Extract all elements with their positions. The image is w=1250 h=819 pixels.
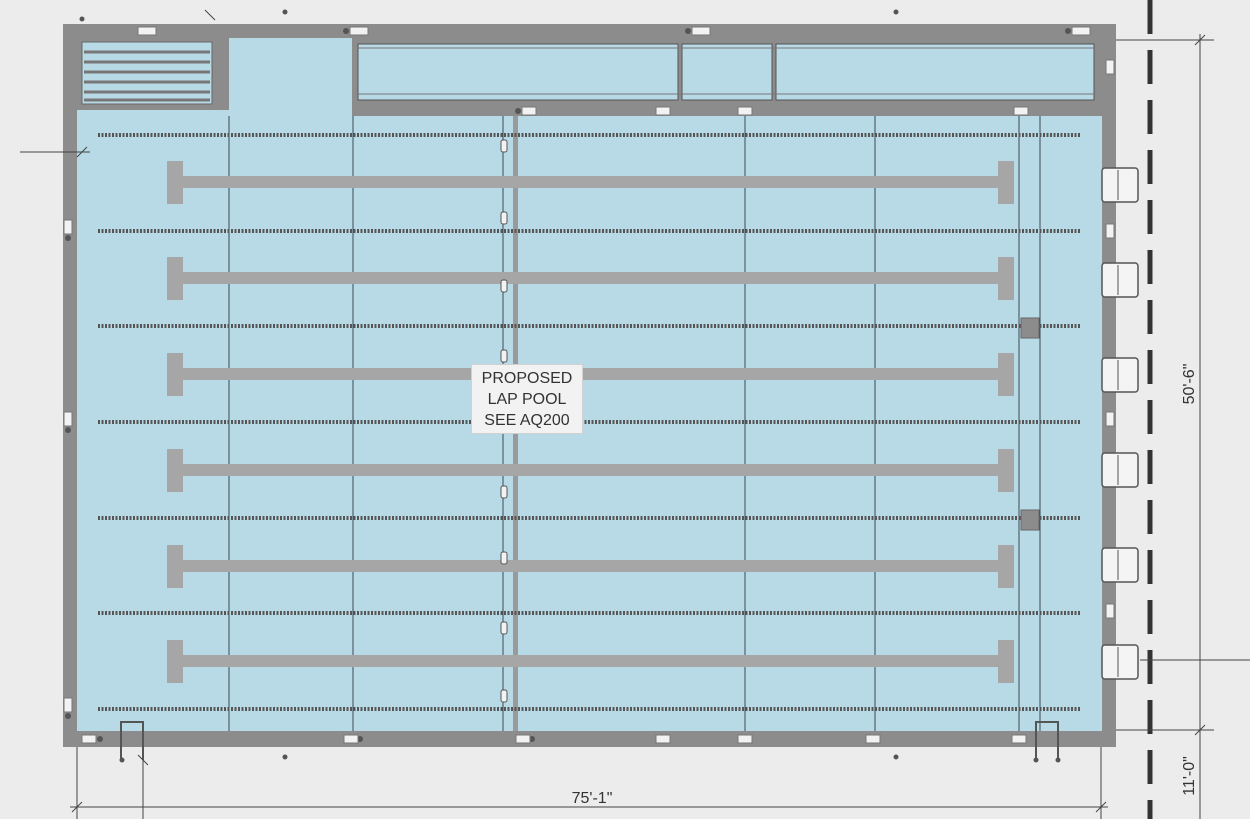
pool-plan-drawing: 75'-1" 50'-6" 11'-0"	[0, 0, 1250, 819]
pool-water	[77, 38, 1102, 731]
pool-label-line1: PROPOSED	[481, 370, 573, 387]
starting-block	[1101, 644, 1139, 680]
width-dimension: 75'-1"	[572, 790, 613, 807]
starting-block	[1101, 262, 1139, 298]
starting-block	[1101, 357, 1139, 393]
starting-block	[1101, 547, 1139, 583]
starting-block	[1101, 167, 1139, 203]
pool-label-line2: LAP POOL	[487, 391, 567, 408]
pool-label: PROPOSED LAP POOL SEE AQ200	[471, 364, 583, 434]
length-dimension: 50'-6"	[1181, 364, 1198, 405]
starting-block	[1101, 452, 1139, 488]
pool-label-line3: SEE AQ200	[484, 412, 570, 429]
offset-dimension: 11'-0"	[1181, 756, 1198, 796]
